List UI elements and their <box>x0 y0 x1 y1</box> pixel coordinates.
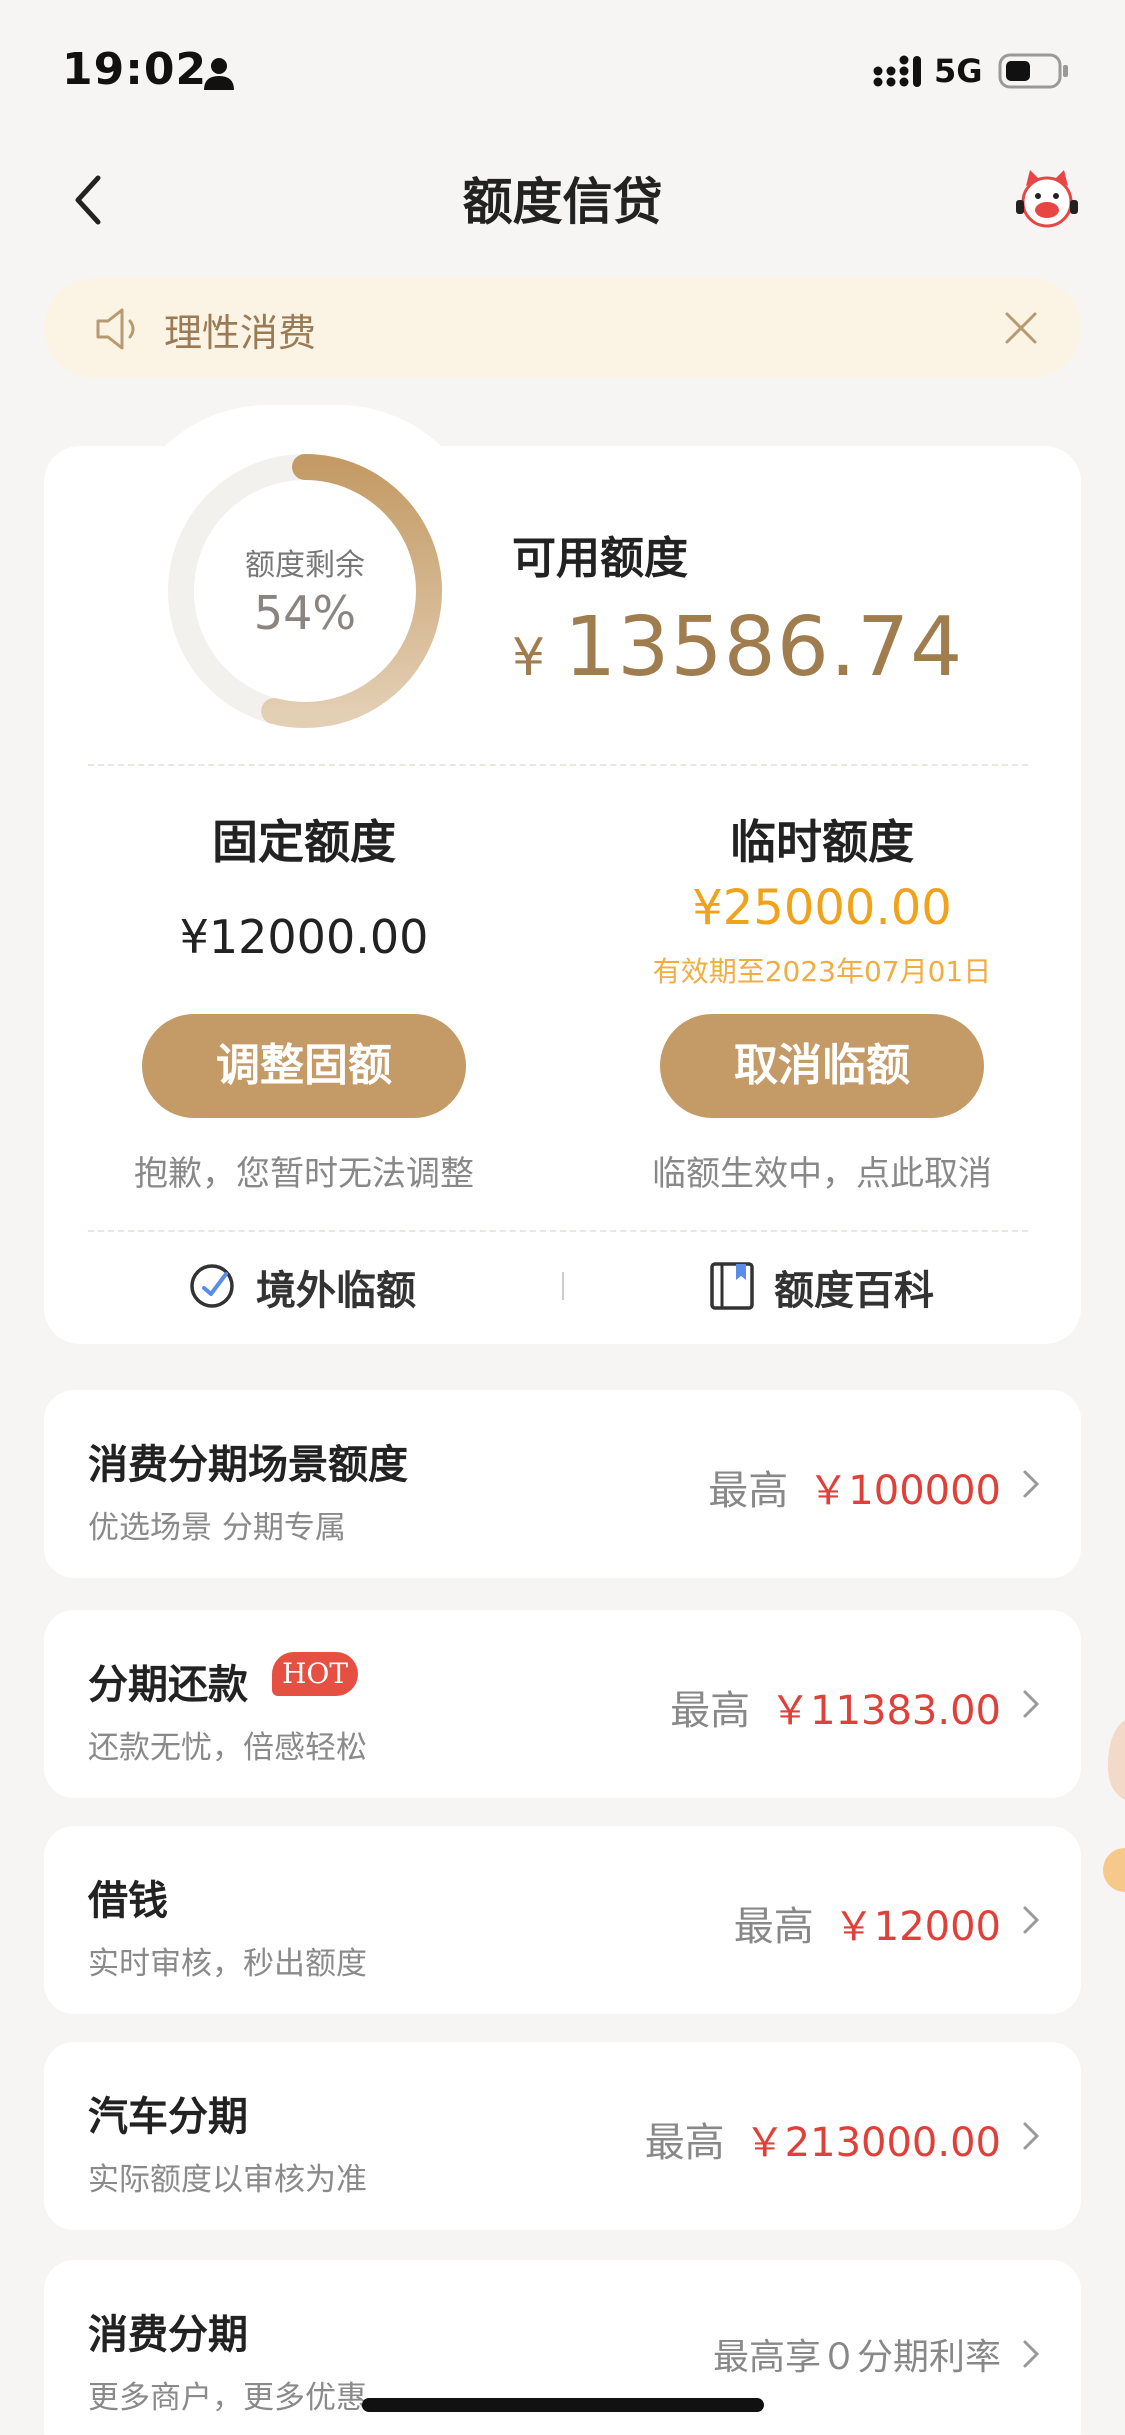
available-amount-value: 13586.74 <box>564 600 964 695</box>
divider <box>88 1230 1028 1232</box>
list-card-amount: 最高 ￥12000 <box>734 1894 1001 1952</box>
chevron-right-icon <box>1023 1906 1040 1934</box>
amount-value: ￥12000 <box>833 1904 1001 1950</box>
close-icon[interactable] <box>1001 308 1041 348</box>
list-card-subtitle: 实际额度以审核为准 <box>88 2162 367 2198</box>
network-label: 5G <box>934 52 983 90</box>
divider <box>88 764 1028 766</box>
quota-encyclopedia-link[interactable]: 额度百科 <box>774 1258 934 1316</box>
amount-value: ￥213000.00 <box>744 2120 1001 2166</box>
amount-prefix: 最高 <box>708 1468 789 1514</box>
list-card-title: 消费分期场景额度 <box>88 1442 408 1488</box>
list-card-installment-repay[interactable]: 分期还款 HOT 还款无忧，倍感轻松 最高 ￥11383.00 <box>44 1610 1081 1798</box>
list-card-subtitle: 优选场景 分期专属 <box>88 1510 346 1546</box>
list-card-title: 汽车分期 <box>88 2094 248 2140</box>
nav-bar: 额度信贷 <box>0 150 1125 250</box>
list-card-borrow[interactable]: 借钱 实时审核，秒出额度 最高 ￥12000 <box>44 1826 1081 2014</box>
floating-mascot-edge[interactable] <box>1100 1720 1125 1900</box>
globe-plane-icon <box>190 1264 234 1308</box>
status-time: 19:02 <box>62 44 208 95</box>
page: 19:02 5G 额度信贷 理性消费 额度剩余 54% 可用额度 ¥ 13586… <box>0 0 1125 2435</box>
list-card-subtitle: 实时审核，秒出额度 <box>88 1946 367 1982</box>
temp-quota-amount: ¥25000.00 <box>692 880 952 936</box>
list-card-amount: 最高 ￥100000 <box>708 1458 1001 1516</box>
ring-percent: 54% <box>253 586 357 640</box>
chevron-right-icon <box>1023 2340 1040 2368</box>
amount-value: ￥100000 <box>808 1468 1001 1514</box>
battery-icon <box>998 53 1068 89</box>
adjust-fixed-button[interactable]: 调整固额 <box>142 1014 466 1118</box>
notice-bar[interactable]: 理性消费 <box>44 278 1081 378</box>
home-indicator <box>362 2398 764 2412</box>
temp-quota-validity: 有效期至2023年07月01日 <box>652 955 992 988</box>
chevron-right-icon <box>1023 1690 1040 1718</box>
overseas-temp-link[interactable]: 境外临额 <box>256 1258 416 1316</box>
temp-quota-title: 临时额度 <box>730 815 914 869</box>
signal-icon <box>873 55 921 87</box>
fixed-hint: 抱歉，您暂时无法调整 <box>134 1154 474 1194</box>
list-card-subtitle: 更多商户，更多优惠 <box>88 2380 367 2416</box>
mascot-icon[interactable] <box>1012 164 1082 234</box>
fixed-quota-amount: ¥12000.00 <box>179 910 429 964</box>
amount-value: ￥11383.00 <box>770 1688 1001 1734</box>
amount-prefix: 最高 <box>733 1904 814 1950</box>
link-divider <box>562 1272 564 1300</box>
book-icon <box>710 1262 754 1310</box>
list-card-car-installment[interactable]: 汽车分期 实际额度以审核为准 最高 ￥213000.00 <box>44 2042 1081 2230</box>
list-card-scene-installment[interactable]: 消费分期场景额度 优选场景 分期专属 最高 ￥100000 <box>44 1390 1081 1578</box>
status-bar: 19:02 5G <box>0 0 1125 130</box>
available-label: 可用额度 <box>512 533 688 584</box>
available-amount: ¥13586.74 <box>512 600 963 695</box>
page-title: 额度信贷 <box>462 173 663 231</box>
list-card-amount: 最高享０分期利率 <box>713 2328 1001 2380</box>
chevron-right-icon <box>1023 2122 1040 2150</box>
currency-symbol: ¥ <box>512 628 547 688</box>
cancel-temp-button[interactable]: 取消临额 <box>660 1014 984 1118</box>
fixed-quota-title: 固定额度 <box>212 815 396 869</box>
speaker-icon <box>96 308 135 350</box>
back-icon[interactable] <box>66 170 112 230</box>
list-card-title: 消费分期 <box>88 2312 248 2358</box>
temp-hint[interactable]: 临额生效中，点此取消 <box>562 1146 1082 1195</box>
person-icon <box>204 58 234 90</box>
list-card-amount: 最高 ￥213000.00 <box>645 2110 1001 2168</box>
notice-text: 理性消费 <box>164 311 317 355</box>
amount-prefix: 最高 <box>644 2120 725 2166</box>
amount-prefix: 最高享０分期利率 <box>712 2337 1001 2378</box>
list-card-title: 分期还款 <box>88 1662 248 1708</box>
chevron-right-icon <box>1023 1470 1040 1498</box>
hot-badge: HOT <box>272 1652 358 1696</box>
list-card-title: 借钱 <box>88 1878 168 1924</box>
list-card-amount: 最高 ￥11383.00 <box>670 1678 1001 1736</box>
ring-label: 额度剩余 <box>245 548 365 583</box>
amount-prefix: 最高 <box>670 1688 751 1734</box>
list-card-subtitle: 还款无忧，倍感轻松 <box>88 1730 367 1766</box>
